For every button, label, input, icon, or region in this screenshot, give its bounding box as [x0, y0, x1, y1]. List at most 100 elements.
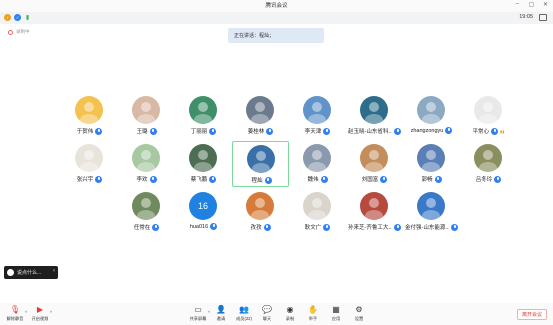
participant-name-row: hua016 [175, 223, 232, 230]
minimize-icon[interactable]: – [514, 1, 521, 8]
chat-button[interactable]: 💬 聊天 [255, 305, 279, 322]
mic-status-icon [266, 127, 274, 135]
participant-tile[interactable]: 丁丽丽 [175, 93, 232, 139]
participant-tile[interactable]: 平常心 ▮▮ [460, 93, 517, 139]
participant-name-row: 李欢 [118, 175, 175, 183]
participant-name: 丁丽丽 [190, 129, 208, 135]
participant-name: 程灿 [251, 178, 263, 184]
avatar-initials: 16 [197, 201, 208, 211]
participant-tile[interactable]: 耿文广 [289, 189, 346, 235]
share-screen-button[interactable]: ▭ 共享屏幕 [186, 305, 210, 322]
participant-tile[interactable]: 任常在 [118, 189, 175, 235]
audio-options-caret-icon[interactable]: ^ [25, 310, 27, 315]
record-dot-icon [8, 29, 13, 35]
bottom-toolbar: 🎙 解除静音 ^ ▶ 开启视频 ^ ▭ 共享屏幕 ^ 👤 邀请 👥 成员(22) 💬 聊天 ◉ 录制… [0, 303, 553, 325]
maximize-icon[interactable]: ▢ [528, 1, 535, 8]
participant-tile[interactable]: 刘国富 [346, 141, 403, 187]
mic-status-icon [394, 223, 401, 231]
mic-status-icon [95, 175, 103, 183]
participant-name-row: zhangzongyu [403, 127, 460, 134]
avatar [246, 192, 274, 220]
participant-name-row: 于贺伟 [61, 127, 118, 135]
participant-tile[interactable]: 魏伟 [289, 141, 346, 187]
participant-tile[interactable]: zhangzongyu [403, 93, 460, 139]
participant-tile[interactable]: 吕冬玲 [460, 141, 517, 187]
toolbar-label: 录制 [285, 316, 295, 321]
video-off-icon: ▶ [36, 304, 44, 314]
avatar [247, 145, 275, 173]
avatar: 16 [189, 192, 217, 220]
window-controls: – ▢ ✕ [514, 1, 549, 8]
settings-button[interactable]: ⚙ 设置 [347, 305, 371, 322]
video-options-caret-icon[interactable]: ^ [50, 310, 52, 315]
participant-tile[interactable]: 于贺伟 [61, 93, 118, 139]
avatar [303, 144, 331, 172]
participant-tile[interactable]: 张兴宇 [61, 141, 118, 187]
participant-tile[interactable]: 李天津 [289, 93, 346, 139]
participant-name: 赵玉晓-山东省科... [348, 129, 392, 135]
participant-name: 张兴宇 [76, 177, 94, 183]
apps-button[interactable]: ▦ 应用 [324, 305, 348, 322]
meeting-info-icon[interactable]: i [4, 14, 11, 21]
mic-status-icon [210, 223, 218, 230]
participant-tile[interactable]: 16 hua016 [175, 189, 232, 235]
raise-hand-icon: ✋ [308, 304, 318, 314]
avatar [417, 192, 445, 220]
avatar [417, 96, 445, 124]
participant-name: 李天津 [304, 129, 322, 135]
fullscreen-icon[interactable] [539, 14, 547, 21]
shield-icon[interactable]: ✓ [14, 14, 21, 21]
leave-meeting-button[interactable]: 离开会议 [517, 309, 547, 320]
participant-tile[interactable]: 李欢 [118, 141, 175, 187]
mic-status-icon [494, 175, 502, 183]
participant-name: 金付强-山东能源... [405, 225, 449, 231]
recording-label: 录制中 [16, 29, 30, 34]
toolbar-label: 成员(22) [236, 316, 252, 321]
participant-tile[interactable]: 赵玉晓-山东省科... [346, 93, 403, 139]
window-title: 腾讯会议 [265, 3, 288, 9]
recording-indicator[interactable]: 录制中 [8, 29, 30, 35]
unmute-button[interactable]: 🎙 解除静音 [3, 305, 27, 322]
avatar [132, 96, 160, 124]
raise-hand-button[interactable]: ✋ 举手 [301, 305, 325, 322]
participant-tile[interactable]: 郭畅 [403, 141, 460, 187]
participant-tile[interactable]: 孙来芝-齐鲁工大... [346, 189, 403, 235]
start-video-button[interactable]: ▶ 开启视频 [28, 305, 52, 322]
avatar [189, 96, 217, 124]
invite-button[interactable]: 👤 邀请 [209, 305, 233, 322]
participant-name: 郭畅 [421, 177, 433, 183]
toolbar-label: 邀请 [216, 316, 226, 321]
apps-icon: ▦ [332, 304, 340, 314]
toolbar-label: 应用 [331, 316, 341, 321]
speaking-banner: 正在讲话：程灿； [228, 28, 324, 43]
chat-icon: 💬 [262, 304, 272, 314]
participant-tile[interactable]: 孜孜 [232, 189, 289, 235]
participant-tile[interactable]: 姜桂林 [232, 93, 289, 139]
collapse-icon[interactable]: ‹ [53, 268, 55, 274]
participant-tile[interactable]: 蔡飞鹏 [175, 141, 232, 187]
mic-status-icon [95, 127, 103, 135]
participant-name: 魏伟 [307, 177, 319, 183]
participant-name: 耿文广 [304, 225, 322, 231]
participant-name-row: 孜孜 [232, 223, 289, 231]
participant-name-row: 耿文广 [289, 223, 346, 231]
record-button[interactable]: ◉ 录制 [278, 305, 302, 322]
mic-status-icon [451, 223, 458, 231]
participant-name: 平常心 [472, 129, 490, 135]
participant-name-row: 平常心 ▮▮ [460, 127, 517, 135]
mic-status-icon [152, 223, 160, 231]
settings-icon: ⚙ [355, 304, 363, 314]
signal-icon[interactable]: ▮ [24, 14, 31, 21]
mic-status-icon [491, 127, 499, 135]
avatar [75, 96, 103, 124]
close-icon[interactable]: ✕ [542, 1, 549, 8]
mic-status-icon [434, 175, 442, 183]
members-button[interactable]: 👥 成员(22) [232, 305, 256, 322]
participant-name: 于贺伟 [76, 129, 94, 135]
participant-tile[interactable]: 王璐 [118, 93, 175, 139]
avatar [246, 96, 274, 124]
chat-input-pill[interactable]: 说点什么... ‹ [4, 266, 58, 279]
participant-tile[interactable]: 程灿 [232, 141, 289, 187]
participant-tile[interactable]: 金付强-山东能源... [403, 189, 460, 235]
participant-name-row: 程灿 [233, 176, 290, 184]
